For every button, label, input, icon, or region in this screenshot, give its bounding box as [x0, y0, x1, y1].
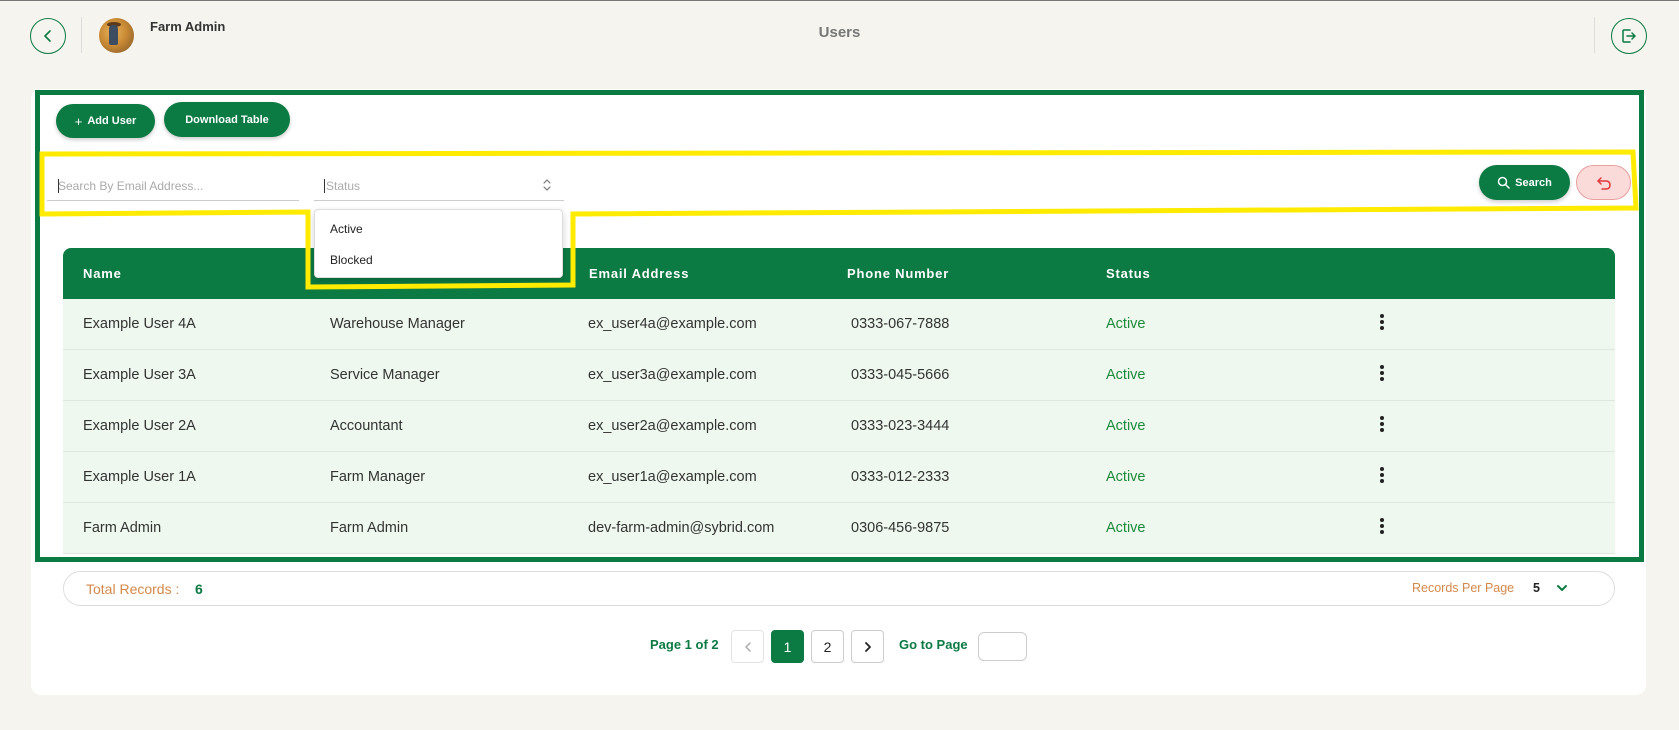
table-row: Farm Admin Farm Admin dev-farm-admin@syb…: [63, 503, 1615, 554]
table-row: Example User 1A Farm Manager ex_user1a@e…: [63, 452, 1615, 503]
divider: [1594, 17, 1595, 53]
row-actions-kebab-icon[interactable]: [1377, 518, 1387, 538]
cell-phone: 0333-012-2333: [851, 469, 950, 485]
cell-phone: 0306-456-9875: [851, 520, 950, 536]
cell-phone: 0333-067-7888: [851, 316, 950, 332]
cell-role: Farm Admin: [330, 520, 409, 536]
go-to-page-label: Go to Page: [899, 637, 968, 652]
records-per-page-label: Records Per Page: [1412, 581, 1515, 595]
cell-email: ex_user1a@example.com: [588, 469, 757, 485]
status-placeholder: Status: [326, 179, 361, 193]
plus-icon: +: [74, 113, 83, 129]
cell-role: Farm Manager: [330, 469, 426, 485]
row-actions-kebab-icon[interactable]: [1377, 314, 1387, 334]
search-icon: [1497, 176, 1510, 189]
cell-status: Active: [1106, 520, 1146, 536]
column-header-name[interactable]: Name: [83, 266, 122, 281]
search-label: Search: [1515, 176, 1552, 189]
status-dropdown-menu: Active Blocked: [314, 209, 563, 278]
undo-icon: [1596, 176, 1611, 190]
cell-phone: 0333-045-5666: [851, 367, 950, 383]
records-per-page-value[interactable]: 5: [1533, 581, 1540, 595]
cell-status: Active: [1106, 418, 1146, 434]
cell-name: Example User 1A: [83, 469, 196, 485]
top-bar: Farm Admin Users: [0, 1, 1679, 71]
table-row: Example User 2A Accountant ex_user2a@exa…: [63, 401, 1615, 452]
column-header-email[interactable]: Email Address: [589, 266, 689, 281]
cell-phone: 0333-023-3444: [851, 418, 950, 434]
prev-page-button[interactable]: [731, 630, 764, 663]
cell-name: Example User 3A: [83, 367, 196, 383]
cell-email: dev-farm-admin@sybrid.com: [588, 520, 775, 536]
cell-email: ex_user2a@example.com: [588, 418, 757, 434]
cell-status: Active: [1106, 367, 1146, 383]
cell-name: Example User 4A: [83, 316, 196, 332]
cell-role: Warehouse Manager: [330, 316, 465, 332]
chevron-updown-icon: [543, 179, 551, 191]
cell-role: Service Manager: [330, 367, 440, 383]
add-user-button[interactable]: + Add User: [56, 104, 155, 138]
cell-email: ex_user4a@example.com: [588, 316, 757, 332]
chevron-down-icon[interactable]: [1556, 582, 1568, 594]
page-1-button[interactable]: 1: [771, 630, 804, 663]
text-caret: [324, 179, 325, 193]
row-actions-kebab-icon[interactable]: [1377, 467, 1387, 487]
table-header: Name Role Email Address Phone Number Sta…: [63, 248, 1615, 299]
logout-button[interactable]: [1611, 18, 1647, 54]
search-email-input[interactable]: [47, 171, 299, 201]
cell-role: Accountant: [330, 418, 403, 434]
table-row: Example User 4A Warehouse Manager ex_use…: [63, 299, 1615, 350]
page-info: Page 1 of 2: [650, 637, 719, 652]
column-header-phone[interactable]: Phone Number: [847, 266, 949, 281]
column-header-status[interactable]: Status: [1106, 266, 1151, 281]
search-button[interactable]: Search: [1479, 165, 1570, 200]
total-records-value: 6: [195, 581, 203, 597]
status-option-active[interactable]: Active: [330, 222, 363, 236]
cell-name: Example User 2A: [83, 418, 196, 434]
chevron-left-icon: [744, 641, 751, 652]
cell-email: ex_user3a@example.com: [588, 367, 757, 383]
row-actions-kebab-icon[interactable]: [1377, 365, 1387, 385]
reset-filters-button[interactable]: [1576, 165, 1631, 200]
status-select[interactable]: Status: [314, 171, 564, 201]
cell-status: Active: [1106, 469, 1146, 485]
go-to-page-input[interactable]: [978, 632, 1027, 661]
status-option-blocked[interactable]: Blocked: [330, 253, 373, 267]
add-user-label: Add User: [87, 115, 137, 127]
records-footer: Total Records : 6 Records Per Page 5: [63, 571, 1615, 606]
page-2-button[interactable]: 2: [811, 630, 844, 663]
cell-name: Farm Admin: [83, 520, 162, 536]
download-table-button[interactable]: Download Table: [164, 102, 290, 137]
logout-icon: [1622, 29, 1636, 43]
total-records-label: Total Records :: [86, 581, 180, 597]
table-row: Example User 3A Service Manager ex_user3…: [63, 350, 1615, 401]
next-page-button[interactable]: [851, 630, 884, 663]
chevron-right-icon: [864, 641, 871, 652]
page-title: Users: [818, 24, 861, 41]
cell-status: Active: [1106, 316, 1146, 332]
text-caret: [58, 179, 59, 193]
row-actions-kebab-icon[interactable]: [1377, 416, 1387, 436]
